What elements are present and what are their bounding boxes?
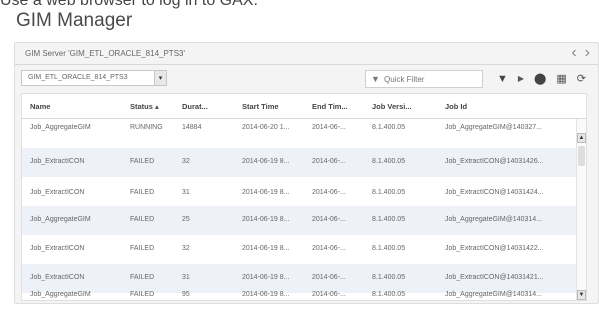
toolbar-actions: ▼ ▶ ⬤ ▦ ⟳ <box>497 70 586 88</box>
server-panel: GIM Server 'GIM_ETL_ORACLE_814_PTS3' ‹ ›… <box>14 42 599 304</box>
cell-name: Job_AggregateGIM <box>30 291 91 298</box>
toolbar: GIM_ETL_ORACLE_814_PTS3 ▾ ▼ ▼ ▶ ⬤ ▦ ⟳ <box>15 65 598 91</box>
cell-job-version: 8.1.400.05 <box>372 189 406 196</box>
cell-job-id: Job_ExtractICON@14031424... <box>445 189 544 196</box>
cell-job-version: 8.1.400.05 <box>372 245 406 252</box>
column-header-duration[interactable]: Durat... <box>182 102 208 111</box>
cell-start-time: 2014-06-19 8... <box>242 189 290 196</box>
cell-start-time: 2014-06-19 8... <box>242 274 290 281</box>
cell-job-version: 8.1.400.05 <box>372 216 406 223</box>
column-header-name[interactable]: Name <box>30 102 50 111</box>
cell-status: FAILED <box>130 158 155 165</box>
cell-end-time: 2014-06-... <box>312 158 346 165</box>
table-row[interactable]: Job_AggregateGIM FAILED 25 2014-06-19 8.… <box>22 206 578 235</box>
stop-icon[interactable]: ⬤ <box>534 70 546 88</box>
page-title: GIM Manager <box>16 10 133 31</box>
cell-job-id: Job_ExtractICON@14031422... <box>445 245 544 252</box>
cell-start-time: 2014-06-19 8... <box>242 245 290 252</box>
cell-job-id: Job_AggregateGIM@140314... <box>445 216 543 223</box>
cell-duration: 31 <box>182 274 190 281</box>
table-row[interactable]: Job_AggregateGIM FAILED 95 2014-06-19 8.… <box>22 291 578 300</box>
dropdown-arrow-icon[interactable]: ▾ <box>154 71 166 85</box>
caption-text: Use a web browser to log in to GAX. <box>0 0 258 9</box>
table-header: Name Status ▴ Durat... Start Time End Ti… <box>22 94 586 119</box>
table-row[interactable]: Job_AggregateGIM RUNNING 14884 2014-06-2… <box>22 119 578 148</box>
cell-name: Job_AggregateGIM <box>30 124 91 131</box>
cell-duration: 14884 <box>182 124 202 131</box>
cell-end-time: 2014-06-... <box>312 216 346 223</box>
cell-status: FAILED <box>130 274 155 281</box>
cell-job-version: 8.1.400.05 <box>372 274 406 281</box>
chevron-left-icon[interactable]: ‹ <box>571 45 576 61</box>
cell-job-id: Job_ExtractICON@14031426... <box>445 158 544 165</box>
scroll-down-icon[interactable]: ▼ <box>577 290 586 300</box>
table-row[interactable]: Job_ExtractICON FAILED 31 2014-06-19 8..… <box>22 264 578 293</box>
cell-job-id: Job_AggregateGIM@140314... <box>445 291 543 298</box>
server-selector-value: GIM_ETL_ORACLE_814_PTS3 <box>28 74 128 81</box>
cell-status: FAILED <box>130 216 155 223</box>
cell-status: RUNNING <box>130 124 163 131</box>
column-header-job-version[interactable]: Job Versi... <box>372 102 412 111</box>
server-bar: GIM Server 'GIM_ETL_ORACLE_814_PTS3' ‹ › <box>15 43 598 65</box>
column-header-status[interactable]: Status ▴ <box>130 102 159 111</box>
column-header-start-time[interactable]: Start Time <box>242 102 279 111</box>
vertical-scrollbar[interactable]: ▲ ▼ <box>576 119 586 300</box>
scrollbar-thumb[interactable] <box>578 146 585 166</box>
cell-end-time: 2014-06-... <box>312 245 346 252</box>
table-row[interactable]: Job_ExtractICON FAILED 32 2014-06-19 8..… <box>22 148 578 177</box>
jobs-table: Name Status ▴ Durat... Start Time End Ti… <box>21 93 587 301</box>
column-header-job-id[interactable]: Job Id <box>445 102 467 111</box>
cell-job-version: 8.1.400.05 <box>372 291 406 298</box>
server-title: GIM Server 'GIM_ETL_ORACLE_814_PTS3' <box>25 49 186 58</box>
cell-end-time: 2014-06-... <box>312 124 346 131</box>
cell-job-version: 8.1.400.05 <box>372 124 406 131</box>
chevron-right-icon[interactable]: › <box>585 45 590 61</box>
cell-job-id: Job_ExtractICON@14031421... <box>445 274 544 281</box>
cell-job-version: 8.1.400.05 <box>372 158 406 165</box>
server-selector[interactable]: GIM_ETL_ORACLE_814_PTS3 ▾ <box>21 70 167 86</box>
cell-name: Job_ExtractICON <box>30 158 85 165</box>
cell-name: Job_ExtractICON <box>30 274 85 281</box>
cell-end-time: 2014-06-... <box>312 189 346 196</box>
cell-end-time: 2014-06-... <box>312 274 346 281</box>
filter-icon: ▼ <box>371 74 380 84</box>
cell-job-id: Job_AggregateGIM@140327... <box>445 124 543 131</box>
cell-status: FAILED <box>130 245 155 252</box>
cell-duration: 32 <box>182 245 190 252</box>
column-chooser-icon[interactable]: ▦ <box>556 70 566 88</box>
cell-status: FAILED <box>130 189 155 196</box>
cell-start-time: 2014-06-19 8... <box>242 216 290 223</box>
cell-duration: 25 <box>182 216 190 223</box>
scroll-up-icon[interactable]: ▲ <box>577 133 586 143</box>
cell-start-time: 2014-06-19 8... <box>242 158 290 165</box>
cell-end-time: 2014-06-... <box>312 291 346 298</box>
cell-duration: 32 <box>182 158 190 165</box>
column-header-end-time[interactable]: End Tim... <box>312 102 348 111</box>
cell-status: FAILED <box>130 291 155 298</box>
refresh-icon[interactable]: ⟳ <box>577 70 586 88</box>
quick-filter: ▼ <box>365 70 483 88</box>
table-row[interactable]: Job_ExtractICON FAILED 31 2014-06-19 8..… <box>22 177 578 206</box>
table-row[interactable]: Job_ExtractICON FAILED 32 2014-06-19 8..… <box>22 235 578 264</box>
filter-icon[interactable]: ▼ <box>497 70 508 88</box>
cell-name: Job_ExtractICON <box>30 245 85 252</box>
cell-name: Job_AggregateGIM <box>30 216 91 223</box>
nav-arrows: ‹ › <box>571 45 590 61</box>
cell-name: Job_ExtractICON <box>30 189 85 196</box>
quick-filter-input[interactable] <box>384 73 480 85</box>
cell-duration: 95 <box>182 291 190 298</box>
cell-duration: 31 <box>182 189 190 196</box>
cell-start-time: 2014-06-19 8... <box>242 291 290 298</box>
cell-start-time: 2014-06-20 1... <box>242 124 290 131</box>
play-icon[interactable]: ▶ <box>518 70 524 88</box>
